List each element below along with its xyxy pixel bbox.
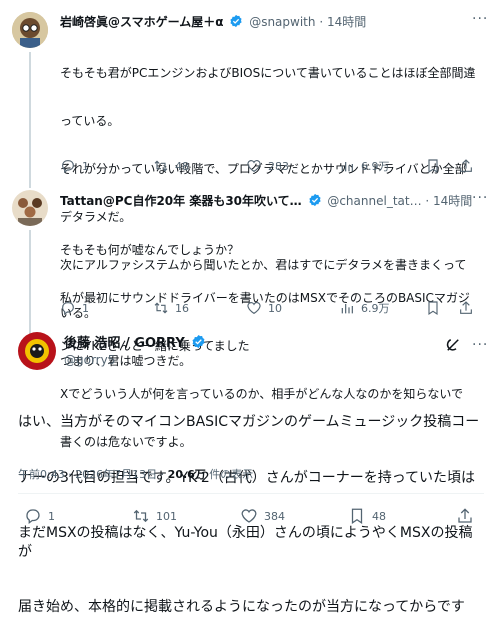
heart-icon xyxy=(247,160,261,173)
avatar[interactable] xyxy=(12,190,48,226)
verified-badge-icon xyxy=(308,193,321,207)
retweet-button[interactable]: 16 xyxy=(153,299,189,317)
share-button[interactable] xyxy=(456,507,474,525)
tweet-2[interactable]: Tattan@PC自作20年 楽器も30年吹いて… @channel_tat… … xyxy=(0,183,500,449)
like-button[interactable]: 384 xyxy=(240,507,285,525)
reply-button[interactable]: 1 xyxy=(24,507,55,525)
post-time[interactable]: · 14時間 xyxy=(319,15,366,29)
verified-badge-icon xyxy=(192,334,205,349)
views-button[interactable]: 6.9万 xyxy=(339,299,390,317)
views-count: 6.9万 xyxy=(361,302,390,315)
display-name[interactable]: Tattan@PC自作20年 楽器も30年吹いて… xyxy=(60,194,302,208)
heart-icon xyxy=(247,302,261,315)
reply-icon xyxy=(62,160,74,174)
bookmark-icon xyxy=(428,301,438,316)
bookmark-count: 48 xyxy=(372,509,386,523)
views-chart-icon xyxy=(341,304,353,314)
like-button[interactable]: 283 xyxy=(246,157,289,175)
tweet-metadata: 午前0:43 · 2026年7月13日 · 20.6万 件の表示 xyxy=(18,466,253,482)
handle[interactable]: @channel_tat… xyxy=(327,194,421,208)
heart-icon xyxy=(241,509,257,523)
text-line: まだMSXの投稿はなく、Yu-You（永田）さんの頃にようやくMSXの投稿が xyxy=(18,525,473,560)
thread-line xyxy=(29,52,31,188)
main-tweet-text: はい、当方がそのマイコンBASICマガジンのゲームミュージック投稿コー ナーの3… xyxy=(18,376,484,635)
reply-icon xyxy=(62,302,74,316)
views-count: 6.9万 xyxy=(361,160,390,173)
like-count: 283 xyxy=(268,159,289,173)
retweet-button[interactable]: 101 xyxy=(132,507,177,525)
bookmark-button[interactable]: 48 xyxy=(348,507,386,525)
views-button[interactable]: 6.9万 xyxy=(339,157,390,175)
share-icon xyxy=(458,508,472,523)
text-line: そもそも何が嘘なんでしょうか？ xyxy=(60,243,240,257)
tweet-header: Tattan@PC自作20年 楽器も30年吹いて… @channel_tat… … xyxy=(60,193,472,209)
main-action-bar: 1 101 384 48 xyxy=(24,507,484,525)
handle[interactable]: @snapwith xyxy=(249,15,315,29)
views-chart-icon xyxy=(341,162,353,172)
thread-line xyxy=(29,230,31,338)
main-tweet-header: 後藤 浩昭 / GORRY xyxy=(64,334,208,352)
reply-count: 1 xyxy=(82,301,89,315)
bookmark-icon xyxy=(428,159,438,174)
like-count: 384 xyxy=(264,509,285,523)
retweet-icon xyxy=(133,509,149,523)
view-count: 20.6万 xyxy=(167,468,206,481)
timestamp[interactable]: 午前0:43 · 2026年7月13日 · xyxy=(18,468,168,481)
display-name[interactable]: 後藤 浩昭 / GORRY xyxy=(64,336,185,351)
more-options-icon[interactable]: ··· xyxy=(472,12,488,26)
share-icon xyxy=(460,301,472,314)
share-button[interactable] xyxy=(458,157,474,175)
like-count: 10 xyxy=(268,301,282,315)
text-line: そもそも君がPCエンジンおよびBIOSについて書いていることはほぼ全部間違 xyxy=(60,66,476,80)
reply-button[interactable]: 1 xyxy=(60,299,89,317)
text-line: 届き始め、本格的に掲載されるようになったのが当方になってからです xyxy=(18,599,465,615)
view-label: 件の表示 xyxy=(205,468,254,481)
reply-count: 1 xyxy=(82,159,89,173)
retweet-icon xyxy=(154,160,168,172)
grok-icon[interactable] xyxy=(444,336,462,358)
reply-button[interactable]: 1 xyxy=(60,157,89,175)
avatar[interactable] xyxy=(12,12,48,48)
display-name[interactable]: 岩崎啓眞@スマホゲーム屋＋α xyxy=(60,15,224,29)
more-options-icon[interactable]: ··· xyxy=(472,338,488,352)
retweet-count: 48 xyxy=(175,159,189,173)
tweet-header: 岩崎啓眞@スマホゲーム屋＋α @snapwith · 14時間 xyxy=(60,14,366,30)
action-bar: 1 48 283 6.9万 xyxy=(60,157,480,175)
more-options-icon[interactable]: ··· xyxy=(472,191,488,205)
avatar[interactable] xyxy=(18,332,56,370)
retweet-count: 16 xyxy=(175,301,189,315)
reply-count: 1 xyxy=(48,509,55,523)
retweet-button[interactable]: 48 xyxy=(153,157,189,175)
bookmark-button[interactable] xyxy=(425,299,441,317)
action-bar: 1 16 10 6.9万 xyxy=(60,299,480,317)
tweet-1[interactable]: 岩崎啓眞@スマホゲーム屋＋α @snapwith · 14時間 ··· そもそも… xyxy=(0,0,500,368)
handle[interactable]: @gorry5 xyxy=(64,352,115,368)
text-line: はい、当方がそのマイコンBASICマガジンのゲームミュージック投稿コー xyxy=(18,414,480,430)
verified-badge-icon xyxy=(230,14,242,28)
divider xyxy=(18,493,484,494)
like-button[interactable]: 10 xyxy=(246,299,282,317)
retweet-count: 101 xyxy=(156,509,177,523)
reply-icon xyxy=(26,509,40,525)
text-line: っている。 xyxy=(60,114,120,128)
retweet-icon xyxy=(154,302,168,314)
share-icon xyxy=(460,159,472,172)
bookmark-icon xyxy=(351,508,363,524)
post-time[interactable]: · 14時間 xyxy=(425,194,472,208)
share-button[interactable] xyxy=(458,299,474,317)
bookmark-button[interactable] xyxy=(425,157,441,175)
